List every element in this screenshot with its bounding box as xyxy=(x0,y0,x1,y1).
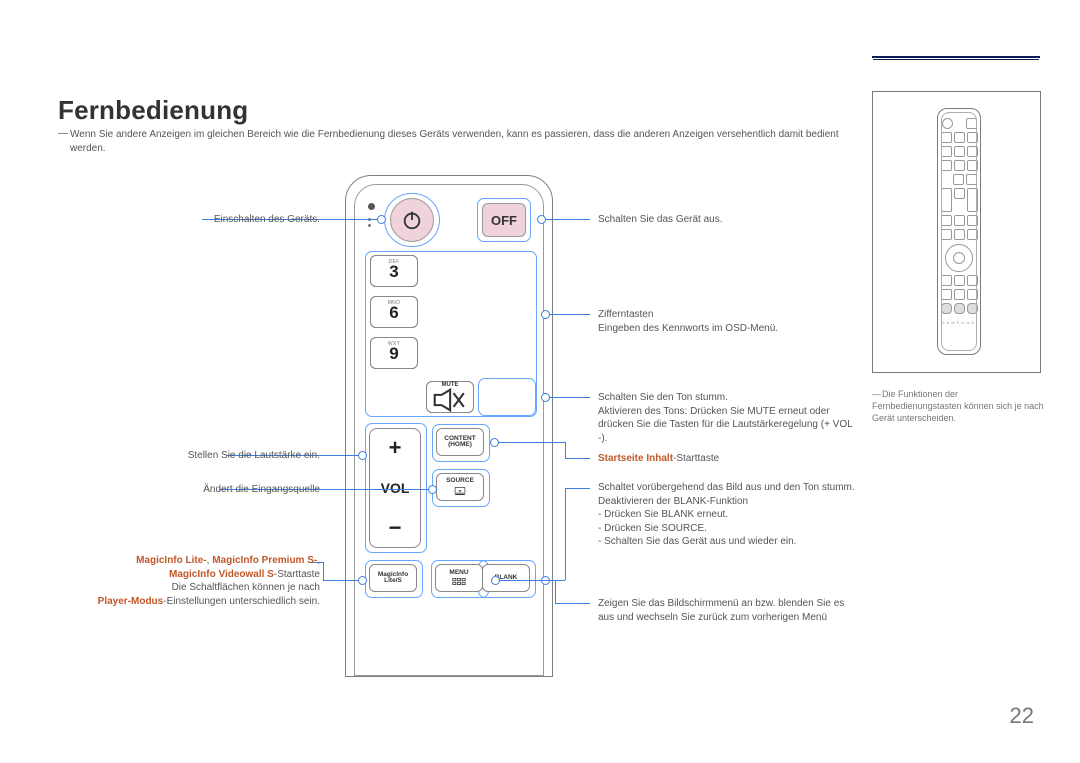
ir-dot-icon xyxy=(368,224,371,227)
label-player-mode: Player-Modus xyxy=(98,596,164,607)
label-blank: Schaltet vorübergehend das Bild aus und … xyxy=(598,481,858,549)
callout-line xyxy=(545,219,590,220)
key-6: MNO6 xyxy=(370,296,418,328)
menu-label: MENU xyxy=(449,570,468,577)
callout-dot xyxy=(358,576,367,585)
content-home-button: CONTENT (HOME) xyxy=(436,428,484,456)
menu-icon xyxy=(452,577,466,586)
callout-line xyxy=(565,442,566,458)
key-mute: MUTE xyxy=(426,381,474,413)
callout-line xyxy=(565,488,590,489)
source-icon xyxy=(453,486,467,496)
callout-dot xyxy=(358,451,367,460)
page-number: 22 xyxy=(1010,703,1034,729)
content-label-b: (HOME) xyxy=(448,442,472,449)
label-magicinfo-lite: MagicInfo Lite- xyxy=(136,555,207,566)
source-button: SOURCE xyxy=(436,473,484,501)
callout-dot xyxy=(428,485,437,494)
manual-page: Fernbedienung ― Wenn Sie andere Anzeigen… xyxy=(0,0,1080,763)
header-rule xyxy=(872,56,1040,58)
intro-dash: ― xyxy=(58,128,68,139)
page-title: Fernbedienung xyxy=(58,95,248,126)
callout-line xyxy=(555,580,556,603)
blank-button: BLANK xyxy=(482,564,530,592)
label-startseite-inhalt: Startseite Inhalt xyxy=(598,453,673,464)
volume-label: VOL xyxy=(381,480,410,496)
label-digits: Zifferntasten Eingeben des Kennworts im … xyxy=(598,308,858,335)
remote-thumbnail-body: SAMSUNG xyxy=(937,108,981,355)
label-menu: Zeigen Sie das Bildschirmmenü an bzw. bl… xyxy=(598,597,858,624)
magicinfo-button: MagicInfo Lite/S xyxy=(369,564,417,592)
intro-text: Wenn Sie andere Anzeigen im gleichen Ber… xyxy=(70,128,840,155)
power-icon xyxy=(401,209,423,231)
callout-line xyxy=(323,562,324,580)
label-magicinfo-premium: MagicInfo Premium S- xyxy=(212,555,317,566)
volume-rocker: + VOL − xyxy=(369,428,421,548)
callout-line xyxy=(549,397,590,398)
label-mute: Schalten Sie den Ton stumm. Aktivieren d… xyxy=(598,391,858,445)
remote-thumbnail: SAMSUNG xyxy=(872,91,1041,373)
dpad-icon xyxy=(945,244,973,272)
callout-line xyxy=(323,580,358,581)
volume-down-icon: − xyxy=(389,515,402,541)
label-magicinfo: MagicInfo Lite-, MagicInfo Premium S-, M… xyxy=(60,554,320,608)
callout-line xyxy=(565,458,590,459)
callout-line xyxy=(565,488,566,580)
power-button xyxy=(390,198,434,242)
mute-icon xyxy=(433,388,467,412)
label-power: Einschalten des Geräts. xyxy=(60,213,320,227)
side-note: ―Die Funktionen der Fernbedienungstasten… xyxy=(872,388,1044,424)
label-off: Schalten Sie das Gerät aus. xyxy=(598,213,858,227)
remote-diagram: OFF .QZ1 ABC2 DEF3 GHI4 JKL5 MNO6 PRS7 xyxy=(335,175,561,675)
callout-line xyxy=(549,314,590,315)
callout-dot xyxy=(377,215,386,224)
menu-button: MENU xyxy=(435,564,483,592)
callout-line xyxy=(499,580,555,581)
label-volume: Stellen Sie die Lautstärke ein. xyxy=(60,449,320,463)
ir-led-icon xyxy=(368,203,375,210)
header-rule-thin xyxy=(873,59,1039,60)
key-9: WXY9 xyxy=(370,337,418,369)
label-magicinfo-videowall: MagicInfo Videowall S xyxy=(169,569,274,580)
callout-line xyxy=(555,603,590,604)
brand-label: SAMSUNG xyxy=(942,320,976,325)
off-button: OFF xyxy=(482,203,526,237)
source-label: SOURCE xyxy=(446,478,474,485)
key-3: DEF3 xyxy=(370,255,418,287)
volume-up-icon: + xyxy=(389,435,402,461)
magicinfo-label-b: Lite/S xyxy=(384,578,402,585)
label-source: Ändert die Eingangsquelle xyxy=(60,483,320,497)
callout-line xyxy=(498,442,565,443)
label-content-home: Startseite Inhalt-Starttaste xyxy=(598,452,858,466)
